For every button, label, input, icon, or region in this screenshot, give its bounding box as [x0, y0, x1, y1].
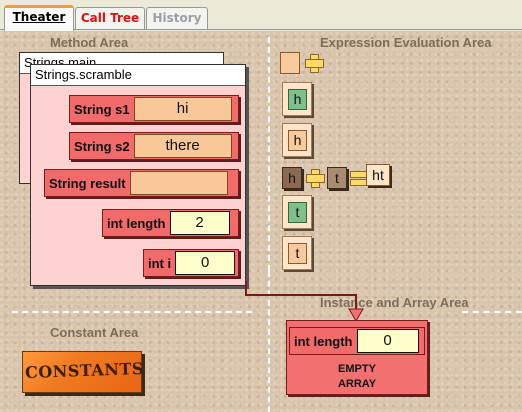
expression-area-label: Expression Evaluation Area [320, 35, 492, 50]
tab-call-tree[interactable]: Call Tree [75, 7, 145, 29]
tab-call-tree-label: Call Tree [80, 11, 140, 25]
variable-i-label: int i [148, 255, 172, 271]
variable-s2[interactable]: String s2 there [69, 132, 239, 160]
array-length-value: 0 [356, 329, 419, 353]
expression-tile-2-chip: h [288, 130, 307, 151]
variable-length-label: int length [107, 215, 166, 231]
variable-s2-value: there [133, 134, 232, 158]
variable-s1-label: String s1 [74, 101, 130, 117]
variable-result[interactable]: String result [44, 169, 239, 197]
variable-result-label: String result [49, 175, 126, 191]
empty-array-line2: ARRAY [337, 378, 377, 390]
expression-tile-5-chip: t [288, 243, 307, 264]
variable-length-value: 2 [169, 211, 230, 235]
expression-tile-4-chip: t [288, 202, 307, 223]
concat-result[interactable]: ht [366, 164, 390, 186]
tab-history-label: History [152, 11, 202, 25]
expression-tile-5[interactable]: t [282, 236, 312, 270]
constants-label: CONSTANTS [24, 358, 145, 383]
tab-theater[interactable]: Theater [4, 5, 74, 31]
concat-plus-icon [306, 169, 325, 188]
divider-horizontal-left [12, 311, 252, 313]
constants-button[interactable]: CONSTANTS [22, 351, 145, 393]
variable-i[interactable]: int i 0 [143, 249, 239, 277]
array-length-label: int length [294, 333, 353, 349]
frame-scramble-title: Strings.scramble [31, 65, 245, 86]
divider-horizontal-right [462, 311, 522, 313]
method-area-label: Method Area [50, 35, 129, 50]
variable-result-value [129, 171, 228, 195]
constant-area-label: Constant Area [50, 325, 139, 340]
expression-empty-slot[interactable] [280, 52, 300, 74]
variable-s2-label: String s2 [74, 138, 130, 154]
concat-right-operand[interactable]: t [327, 167, 347, 189]
empty-array-line1: EMPTY [338, 363, 376, 375]
variable-length[interactable]: int length 2 [102, 209, 239, 237]
expression-tile-1[interactable]: h [282, 82, 312, 116]
variable-s1[interactable]: String s1 hi [69, 95, 239, 123]
tab-theater-label: Theater [12, 10, 66, 24]
expression-tile-1-chip: h [288, 89, 307, 110]
tab-bar: Theater Call Tree History [0, 0, 522, 31]
divider-vertical-top [268, 37, 270, 271]
concat-left-operand[interactable]: h [282, 167, 302, 189]
variable-i-value: 0 [175, 251, 236, 275]
variable-s1-value: hi [133, 97, 232, 121]
plus-icon [305, 54, 324, 73]
tab-history[interactable]: History [146, 7, 208, 29]
expression-tile-2[interactable]: h [282, 123, 312, 157]
array-length-field: int length 0 [289, 327, 425, 355]
array-instance[interactable]: int length 0 EMPTY ARRAY [286, 320, 428, 395]
expression-tile-4[interactable]: t [282, 195, 312, 229]
theater-canvas: Method Area Expression Evaluation Area I… [0, 31, 522, 412]
